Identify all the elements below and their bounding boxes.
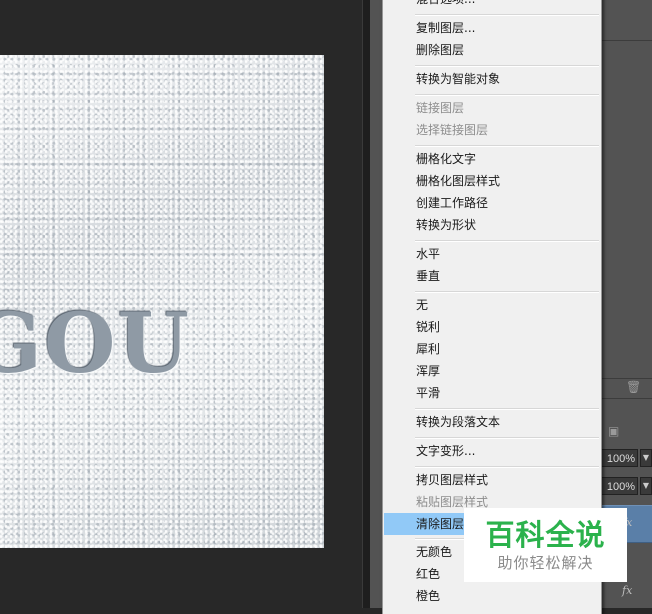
menu-item-link-layers[interactable]: 链接图层 <box>384 97 600 119</box>
menu-item-horizontal[interactable]: 水平 <box>384 243 600 265</box>
menu-item-select-linked-layers[interactable]: 选择链接图层 <box>384 119 600 141</box>
menu-item-orange[interactable]: 橙色 <box>384 585 600 607</box>
chevron-down-icon[interactable]: ▼ <box>640 477 652 495</box>
menu-separator <box>415 145 599 147</box>
menu-item-blending-options[interactable]: 混合选项... <box>384 0 600 10</box>
menu-item-antialias-smooth[interactable]: 平滑 <box>384 382 600 404</box>
watermark-title: 百科全说 <box>485 518 606 552</box>
menu-item-antialias-sharp[interactable]: 锐利 <box>384 316 600 338</box>
menu-separator <box>415 14 599 16</box>
menu-item-vertical[interactable]: 垂直 <box>384 265 600 287</box>
menu-separator <box>415 94 599 96</box>
menu-item-create-work-path[interactable]: 创建工作路径 <box>384 192 600 214</box>
menu-item-copy-layer-style[interactable]: 拷贝图层样式 <box>384 469 600 491</box>
menu-separator <box>415 437 599 439</box>
fill-field[interactable]: 100% <box>600 477 638 495</box>
menu-item-convert-smart-object[interactable]: 转换为智能对象 <box>384 68 600 90</box>
panel-divider-line <box>600 398 652 399</box>
lock-icon[interactable]: ▣ <box>608 424 619 438</box>
snow-engraved-text: GOU <box>0 296 191 392</box>
menu-separator <box>415 291 599 293</box>
watermark-subtitle: 助你轻松解决 <box>497 554 594 572</box>
chevron-down-icon[interactable]: ▼ <box>640 449 652 467</box>
menu-separator <box>415 466 599 468</box>
canvas-workspace[interactable]: GOU <box>0 0 362 608</box>
watermark-logo: 百科全说 助你轻松解决 <box>464 508 627 582</box>
opacity-field[interactable]: 100% <box>600 449 638 467</box>
menu-item-rasterize-layer-style[interactable]: 栅格化图层样式 <box>384 170 600 192</box>
menu-item-warp-text[interactable]: 文字变形... <box>384 440 600 462</box>
menu-item-delete-layer[interactable]: 删除图层 <box>384 39 600 61</box>
panel-strip <box>370 0 382 608</box>
fx-icon: fx <box>622 584 633 597</box>
menu-separator <box>415 65 599 67</box>
menu-item-duplicate-layer[interactable]: 复制图层... <box>384 17 600 39</box>
menu-item-antialias-crisp[interactable]: 犀利 <box>384 338 600 360</box>
menu-item-antialias-strong[interactable]: 浑厚 <box>384 360 600 382</box>
menu-separator <box>415 240 599 242</box>
trash-icon[interactable]: 🗑 <box>626 380 641 394</box>
menu-item-rasterize-type[interactable]: 栅格化文字 <box>384 148 600 170</box>
document-canvas[interactable]: GOU <box>0 55 324 548</box>
menu-item-convert-paragraph-text[interactable]: 转换为段落文本 <box>384 411 600 433</box>
menu-separator <box>415 408 599 410</box>
panel-divider-line <box>600 378 652 379</box>
menu-item-antialias-none[interactable]: 无 <box>384 294 600 316</box>
menu-item-convert-to-shape[interactable]: 转换为形状 <box>384 214 600 236</box>
panel-divider-line <box>600 40 652 41</box>
